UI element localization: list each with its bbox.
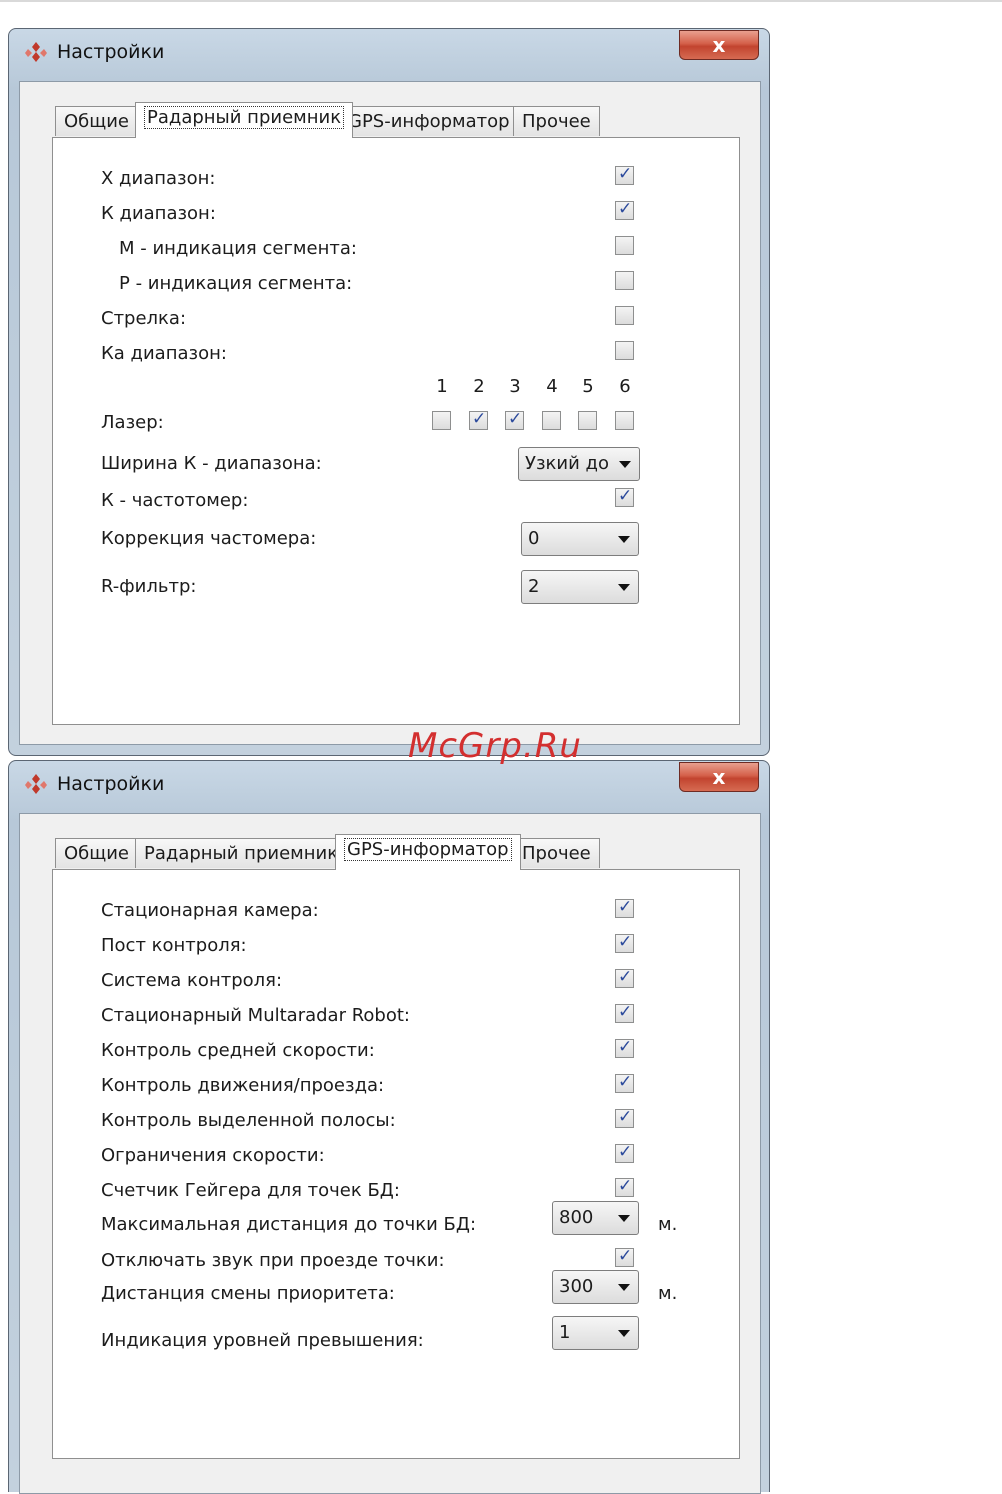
laser-checkbox-4[interactable] <box>542 411 561 430</box>
radar-settings-panel: X диапазон: К диапазон: M - индикация се… <box>52 137 740 725</box>
avg-speed-checkbox[interactable] <box>615 1037 634 1058</box>
p-segment-label: P - индикация сегмента: <box>119 273 353 294</box>
window-title: Настройки <box>57 41 165 63</box>
max-distance-unit: м. <box>658 1214 678 1235</box>
laser-checkbox-5[interactable] <box>578 411 597 430</box>
excess-levels-value: 1 <box>559 1322 571 1343</box>
k-freq-checkbox[interactable] <box>615 486 634 507</box>
avg-speed-label: Контроль средней скорости: <box>101 1040 375 1061</box>
ka-band-checkbox[interactable] <box>615 341 634 360</box>
x-band-label: X диапазон: <box>101 168 216 189</box>
mute-on-pass-label: Отключать звук при проезде точки: <box>101 1250 445 1271</box>
control-post-checkbox[interactable] <box>615 932 634 953</box>
speed-limits-checkbox[interactable] <box>615 1142 634 1163</box>
laser-checkbox-3[interactable] <box>505 409 524 430</box>
priority-distance-value: 300 <box>559 1276 594 1297</box>
laser-column-3: 3 <box>509 376 521 397</box>
chevron-down-icon <box>619 461 631 468</box>
excess-levels-label: Индикация уровней превышения: <box>101 1330 424 1351</box>
max-distance-label: Максимальная дистанция до точки БД: <box>101 1214 477 1235</box>
app-icon <box>25 42 47 62</box>
speed-limits-label: Ограничения скорости: <box>101 1145 325 1166</box>
tab-gps-informer[interactable]: GPS-информатор <box>335 834 521 870</box>
laser-column-1: 1 <box>436 376 448 397</box>
control-system-label: Система контроля: <box>101 970 283 991</box>
tab-radar-receiver[interactable]: Радарный приемник <box>135 838 348 868</box>
multaradar-label: Стационарный Multaradar Robot: <box>101 1005 410 1026</box>
freq-correction-label: Коррекция частомера: <box>101 528 317 549</box>
freq-correction-dropdown[interactable]: 0 <box>521 522 639 556</box>
tab-other[interactable]: Прочее <box>513 838 600 868</box>
control-system-checkbox[interactable] <box>615 967 634 988</box>
tab-label: Радарный приемник <box>144 106 345 129</box>
laser-label: Лазер: <box>101 412 164 433</box>
stationary-camera-checkbox[interactable] <box>615 897 634 918</box>
window-client-area: Общие Радарный приемник GPS-информатор П… <box>19 81 761 745</box>
laser-checkbox-6[interactable] <box>615 411 634 430</box>
laser-column-6: 6 <box>619 376 631 397</box>
mute-on-pass-checkbox[interactable] <box>615 1246 634 1267</box>
max-distance-value: 800 <box>559 1207 594 1228</box>
r-filter-label: R-фильтр: <box>101 576 197 597</box>
traffic-control-checkbox[interactable] <box>615 1072 634 1093</box>
window-client-area: Общие Радарный приемник GPS-информатор П… <box>19 813 761 1494</box>
tab-gps-informer[interactable]: GPS-информатор <box>339 106 519 136</box>
arrow-label: Стрелка: <box>101 308 187 329</box>
excess-levels-dropdown[interactable]: 1 <box>552 1316 639 1350</box>
p-segment-checkbox[interactable] <box>615 271 634 290</box>
lane-control-checkbox[interactable] <box>615 1107 634 1128</box>
tab-general[interactable]: Общие <box>55 106 138 136</box>
chevron-down-icon <box>618 1330 630 1337</box>
chevron-down-icon <box>618 1284 630 1291</box>
r-filter-value: 2 <box>528 576 540 597</box>
title-bar[interactable]: Настройки x <box>9 761 769 813</box>
traffic-control-label: Контроль движения/проезда: <box>101 1075 385 1096</box>
m-segment-label: M - индикация сегмента: <box>119 238 357 259</box>
ka-band-label: Ка диапазон: <box>101 343 227 364</box>
chevron-down-icon <box>618 1215 630 1222</box>
k-width-dropdown[interactable]: Узкий до <box>518 447 640 481</box>
tab-radar-receiver[interactable]: Радарный приемник <box>135 102 354 138</box>
x-band-checkbox[interactable] <box>615 164 634 185</box>
freq-correction-value: 0 <box>528 528 540 549</box>
laser-column-2: 2 <box>473 376 485 397</box>
control-post-label: Пост контроля: <box>101 935 247 956</box>
stationary-camera-label: Стационарная камера: <box>101 900 319 921</box>
geiger-checkbox[interactable] <box>615 1176 634 1197</box>
title-bar[interactable]: Настройки x <box>9 29 769 81</box>
lane-control-label: Контроль выделенной полосы: <box>101 1110 396 1131</box>
k-band-label: К диапазон: <box>101 203 216 224</box>
watermark: McGrp.Ru <box>408 726 582 766</box>
tab-label: GPS-информатор <box>344 838 512 861</box>
r-filter-dropdown[interactable]: 2 <box>521 570 639 604</box>
laser-checkbox-1[interactable] <box>432 411 451 430</box>
laser-column-4: 4 <box>546 376 558 397</box>
settings-window-radar: Настройки x Общие Радарный приемник GPS-… <box>8 28 770 756</box>
k-width-label: Ширина К - диапазона: <box>101 453 322 474</box>
chevron-down-icon <box>618 536 630 543</box>
close-button[interactable]: x <box>679 30 759 60</box>
priority-distance-dropdown[interactable]: 300 <box>552 1270 639 1304</box>
window-title: Настройки <box>57 773 165 795</box>
tab-general[interactable]: Общие <box>55 838 138 868</box>
priority-distance-label: Дистанция смены приоритета: <box>101 1283 395 1304</box>
k-band-checkbox[interactable] <box>615 199 634 220</box>
geiger-label: Счетчик Гейгера для точек БД: <box>101 1180 400 1201</box>
page-top-divider <box>0 0 1002 2</box>
chevron-down-icon <box>618 584 630 591</box>
settings-window-gps: Настройки x Общие Радарный приемник GPS-… <box>8 760 770 1494</box>
k-freq-label: К - частотомер: <box>101 490 249 511</box>
app-icon <box>25 774 47 794</box>
arrow-checkbox[interactable] <box>615 306 634 325</box>
m-segment-checkbox[interactable] <box>615 236 634 255</box>
k-width-value: Узкий до <box>525 453 609 474</box>
laser-checkbox-2[interactable] <box>469 409 488 430</box>
multaradar-checkbox[interactable] <box>615 1002 634 1023</box>
gps-settings-panel: Стационарная камера: Пост контроля: Сист… <box>52 869 740 1459</box>
close-button[interactable]: x <box>679 762 759 792</box>
tab-other[interactable]: Прочее <box>513 106 600 136</box>
max-distance-dropdown[interactable]: 800 <box>552 1201 639 1235</box>
priority-distance-unit: м. <box>658 1283 678 1304</box>
laser-column-5: 5 <box>582 376 594 397</box>
